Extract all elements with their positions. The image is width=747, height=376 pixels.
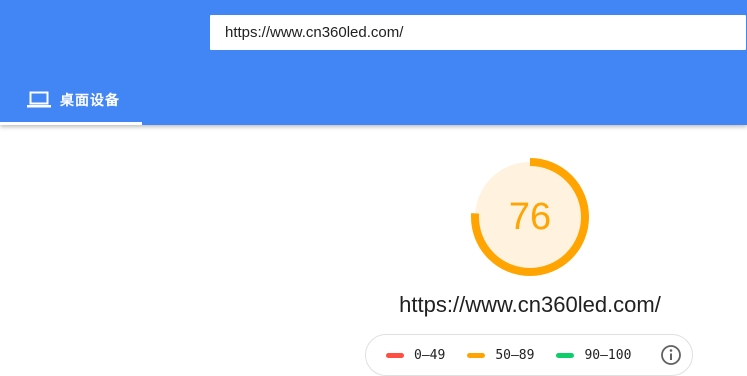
url-input[interactable] <box>210 15 746 50</box>
legend-item-pass: 90–100 <box>556 348 631 363</box>
laptop-icon <box>27 91 51 108</box>
legend-swatch-pass <box>556 352 575 358</box>
score-legend: 0–49 50–89 90–100 <box>365 334 693 376</box>
legend-swatch-average <box>467 352 486 358</box>
legend-label-average: 50–89 <box>495 347 535 363</box>
tab-desktop-label: 桌面设备 <box>60 92 120 108</box>
tested-url: https://www.cn360led.com/ <box>399 292 661 317</box>
legend-label-pass: 90–100 <box>584 347 632 363</box>
legend-item-average: 50–89 <box>467 348 534 363</box>
tab-active-indicator <box>0 122 142 125</box>
legend-item-fail: 0–49 <box>386 348 445 363</box>
legend-swatch-fail <box>386 352 404 358</box>
tab-desktop[interactable]: 桌面设备 <box>0 75 142 125</box>
header-bar: 桌面设备 <box>0 0 747 125</box>
info-icon[interactable] <box>660 344 682 366</box>
legend-label-fail: 0–49 <box>414 347 446 363</box>
score-value: 76 <box>508 195 552 238</box>
